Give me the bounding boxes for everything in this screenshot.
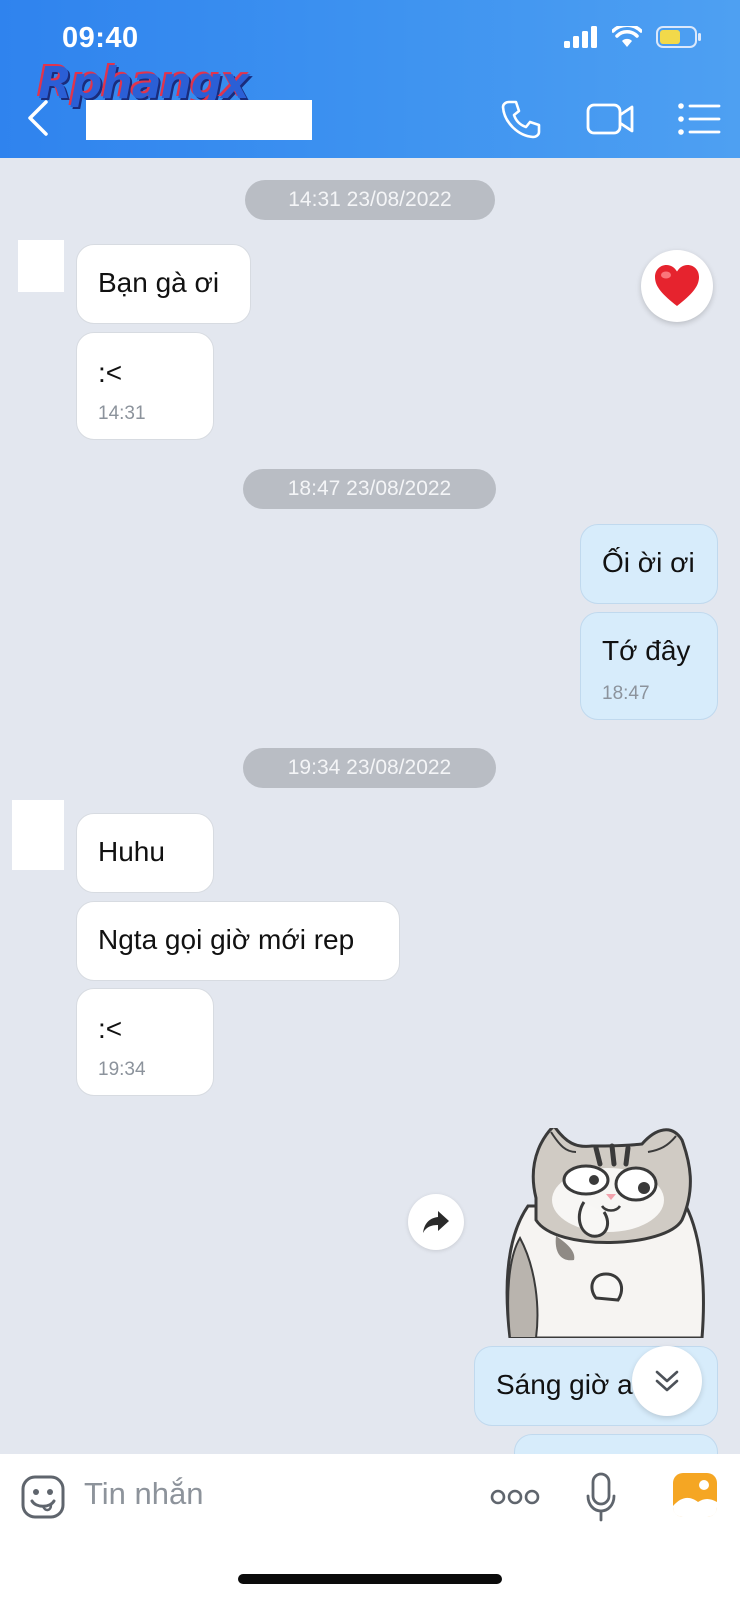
more-button[interactable] [490, 1480, 540, 1514]
menu-button[interactable] [672, 96, 726, 142]
message-text: :< [98, 357, 123, 388]
emoji-button[interactable] [20, 1474, 66, 1520]
voice-button[interactable] [584, 1470, 618, 1524]
forward-button[interactable] [408, 1194, 464, 1250]
video-call-button[interactable] [584, 96, 638, 142]
avatar[interactable] [12, 800, 64, 870]
message-bubble[interactable]: Ối ời ơi [580, 524, 718, 604]
message-time: 14:31 [98, 403, 146, 424]
call-button[interactable] [494, 96, 548, 142]
message-bubble[interactable]: Tớ đây 18:47 [580, 612, 718, 720]
image-icon [673, 1473, 717, 1517]
message-bubble[interactable]: Huhu [76, 813, 214, 893]
status-icons [564, 26, 702, 48]
menu-icon [678, 103, 721, 135]
message-bubble[interactable]: Bạn gà ơi [76, 244, 251, 324]
video-icon [586, 103, 634, 135]
back-button[interactable] [22, 96, 62, 140]
message-text: Sáng giờ a [496, 1369, 633, 1400]
forward-icon [423, 1211, 449, 1233]
home-indicator [238, 1574, 502, 1584]
scroll-to-bottom-button[interactable] [632, 1346, 702, 1416]
message-text: Huhu [98, 836, 165, 867]
microphone-icon [586, 1472, 616, 1522]
cat-sticker[interactable] [496, 1123, 716, 1340]
message-bubble[interactable]: :< 19:34 [76, 988, 214, 1096]
timestamp-divider: 19:34 23/08/2022 [243, 748, 496, 788]
more-icon [490, 1489, 540, 1505]
message-input[interactable]: Tin nhắn [84, 1476, 204, 1512]
timestamp-divider: 14:31 23/08/2022 [245, 180, 495, 220]
message-time: 19:34 [98, 1059, 146, 1080]
emoji-icon [21, 1475, 65, 1519]
battery-icon [656, 26, 701, 48]
status-time: 09:40 [62, 22, 139, 54]
back-icon [28, 100, 48, 136]
message-text: Ối ời ơi [602, 547, 695, 578]
message-text: Ngta gọi giờ mới rep [98, 924, 355, 955]
heart-icon [655, 265, 699, 306]
message-text: Bạn gà ơi [98, 267, 220, 298]
message-time: 18:47 [602, 683, 650, 704]
message-bubble[interactable]: Ngta gọi giờ mới rep [76, 901, 400, 981]
message-bubble[interactable]: :< 14:31 [76, 332, 214, 440]
timestamp-divider: 18:47 23/08/2022 [243, 469, 496, 509]
contact-name[interactable] [86, 100, 312, 140]
message-text: :< [98, 1013, 123, 1044]
reaction-button[interactable] [641, 250, 713, 322]
image-button[interactable] [672, 1472, 718, 1518]
cat-sticker-image [505, 1123, 705, 1340]
avatar[interactable] [18, 240, 64, 292]
signal-icon [564, 26, 597, 48]
double-chevron-down-icon [655, 1370, 679, 1392]
phone-icon [501, 100, 541, 139]
message-text: Tớ đây [602, 635, 691, 666]
chat-header: 09:40 Rphangx [0, 0, 740, 158]
wifi-icon [612, 26, 642, 47]
